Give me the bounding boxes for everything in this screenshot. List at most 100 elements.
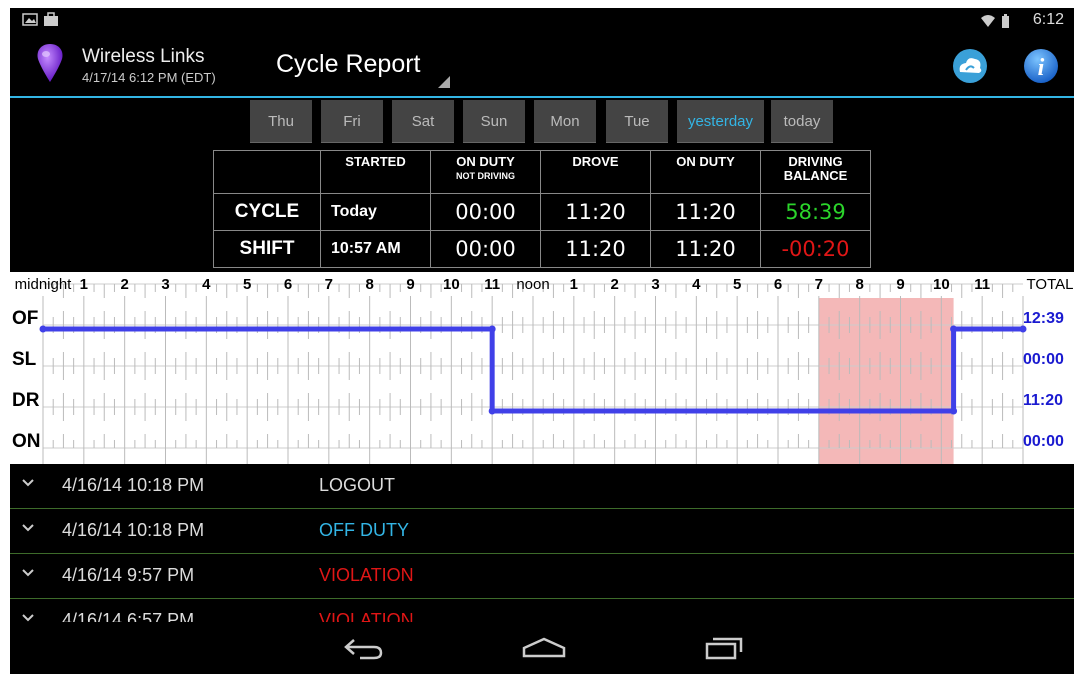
header-not-driving-label: NOT DRIVING [455, 171, 515, 181]
device-screen: 6:12 Wireless Links 4/17/14 6:12 PM (EDT… [10, 8, 1074, 674]
duty-change-point [950, 325, 958, 333]
header-balance-label: BALANCE [783, 168, 848, 183]
day-tab-yesterday[interactable]: yesterday [677, 100, 764, 143]
info-icon[interactable]: i [1023, 48, 1059, 84]
header-started: STARTED [320, 150, 431, 194]
header-on-duty-not-driving: ON DUTY NOT DRIVING [430, 150, 541, 194]
graph-grid [39, 283, 1027, 464]
summary-corner [213, 150, 321, 194]
cell-driving-balance: -00:20 [760, 230, 871, 268]
day-tab-fri[interactable]: Fri [321, 100, 383, 143]
chevron-down-icon[interactable] [20, 519, 36, 535]
briefcase-icon [44, 12, 58, 26]
event-type: LOGOUT [319, 475, 396, 495]
header-drove: DROVE [540, 150, 651, 194]
hour-label: 6 [283, 276, 293, 293]
day-tab-tue[interactable]: Tue [606, 100, 668, 143]
header-on-duty-label: ON DUTY [456, 154, 515, 169]
cell-on-duty: 11:20 [650, 230, 761, 268]
status-time: 6:12 [1032, 11, 1064, 28]
event-row[interactable]: 4/16/14 9:57 PM VIOLATION [10, 554, 1074, 599]
image-icon [22, 13, 38, 26]
day-tab-sat[interactable]: Sat [392, 100, 454, 143]
map-pin-icon[interactable] [34, 42, 66, 86]
summary-header-row: STARTED ON DUTY NOT DRIVING DROVE ON DUTY… [213, 150, 871, 194]
hour-label: 2 [610, 276, 619, 293]
cloud-sync-icon[interactable] [952, 48, 988, 84]
spinner-caret-icon [438, 76, 450, 88]
chevron-down-icon[interactable] [20, 474, 36, 490]
duty-row-total: 00:00 [1023, 351, 1064, 368]
duty-row-label: DR [12, 390, 40, 411]
day-tab-sun[interactable]: Sun [463, 100, 525, 143]
event-time: 4/16/14 10:18 PM [62, 520, 205, 540]
event-time: 4/16/14 10:18 PM [62, 475, 205, 495]
hour-label: 10 [932, 276, 950, 293]
hour-label: 1 [79, 276, 88, 293]
duty-row-label: SL [12, 349, 37, 370]
hour-label: midnight [14, 276, 72, 293]
row-label: SHIFT [213, 230, 321, 268]
hour-label: 8 [365, 276, 374, 293]
day-tab-mon[interactable]: Mon [534, 100, 596, 143]
chevron-down-icon[interactable] [20, 564, 36, 580]
duty-row-total: 00:00 [1023, 433, 1064, 450]
hour-label: 10 [442, 276, 460, 293]
duty-row-label: OF [12, 308, 39, 329]
cell-driving-balance: 58:39 [760, 193, 871, 231]
duty-row-label: ON [12, 431, 41, 452]
hour-label: 6 [773, 276, 783, 293]
home-icon[interactable] [522, 636, 566, 660]
current-datetime: 4/17/14 6:12 PM (EDT) [82, 70, 216, 85]
hour-label: 7 [324, 276, 333, 293]
header-driving-label: DRIVING [788, 154, 843, 169]
hour-label: 11 [974, 276, 991, 293]
action-bar: Wireless Links 4/17/14 6:12 PM (EDT) Cyc… [10, 34, 1074, 98]
hour-label: 9 [896, 276, 905, 293]
cell-on-duty: 11:20 [650, 193, 761, 231]
event-row[interactable]: 4/16/14 10:18 PM OFF DUTY [10, 509, 1074, 554]
summary-table: STARTED ON DUTY NOT DRIVING DROVE ON DUTY… [213, 150, 871, 268]
hour-label: 11 [484, 276, 501, 293]
duty-change-point [39, 325, 47, 333]
cell-drove: 11:20 [540, 193, 651, 231]
day-tab-today[interactable]: today [771, 100, 833, 143]
recent-apps-icon[interactable] [704, 636, 744, 660]
navigation-bar [10, 622, 1074, 674]
hour-label: 9 [406, 276, 415, 293]
cell-on-duty-not-driving: 00:00 [430, 193, 541, 231]
summary-row-cycle: CYCLE Today 00:00 11:20 11:20 58:39 [213, 193, 871, 231]
event-row[interactable]: 4/16/14 10:18 PM LOGOUT [10, 464, 1074, 509]
hour-label: 5 [732, 276, 742, 293]
hour-label: 1 [569, 276, 578, 293]
duty-change-point [488, 325, 496, 333]
status-bar: 6:12 [10, 8, 1074, 34]
battery-icon [1002, 16, 1009, 28]
hour-label: 8 [855, 276, 864, 293]
cell-started: 10:57 AM [320, 230, 431, 268]
duty-row-total: 12:39 [1023, 310, 1064, 327]
row-label: CYCLE [213, 193, 321, 231]
back-icon[interactable] [344, 636, 384, 660]
duty-status-graph: midnight 1 2 3 4 5 6 7 8 9 10 11 noon 1 2 3 4 5 6 7 8 9 10 11 TO… [10, 272, 1074, 464]
wifi-icon [981, 14, 1009, 28]
hour-label: noon [516, 276, 550, 293]
cell-on-duty-not-driving: 00:00 [430, 230, 541, 268]
app-name: Wireless Links [82, 46, 205, 67]
status-notification-icons [22, 12, 62, 33]
hour-label: 2 [120, 276, 129, 293]
svg-text:i: i [1038, 55, 1045, 81]
hour-label: 3 [161, 276, 170, 293]
duty-row-total: 11:20 [1023, 392, 1064, 409]
event-type: OFF DUTY [319, 520, 409, 540]
hour-label: 3 [651, 276, 660, 293]
total-header: TOTAL [1026, 276, 1074, 293]
day-tab-thu[interactable]: Thu [250, 100, 312, 143]
duty-change-point [488, 407, 496, 415]
hour-label: 4 [202, 276, 211, 293]
duty-change-point [950, 407, 958, 415]
page-title-spinner[interactable]: Cycle Report [276, 50, 421, 79]
header-on-duty: ON DUTY [650, 150, 761, 194]
hour-label: 7 [814, 276, 823, 293]
event-type: VIOLATION [319, 565, 414, 585]
